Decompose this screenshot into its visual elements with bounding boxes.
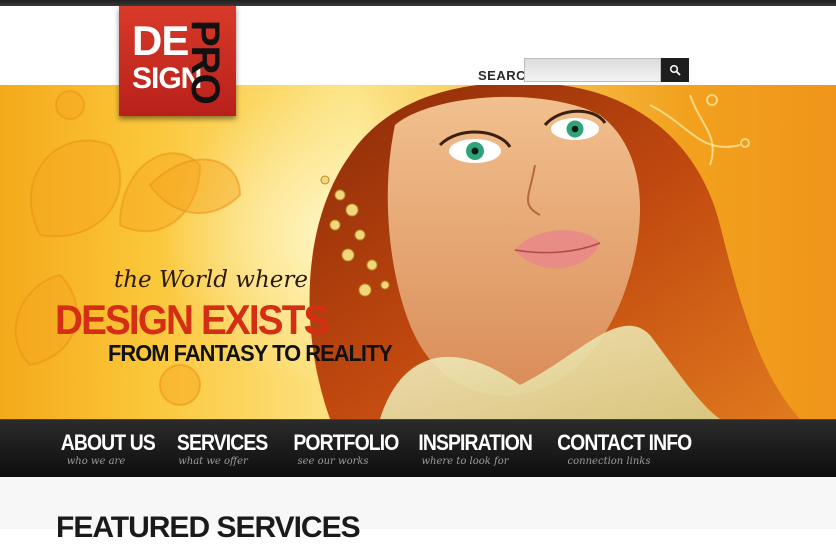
nav-item-portfolio[interactable]: PORTFOLIO see our works: [288, 430, 399, 468]
nav-item-services[interactable]: SERVICES what we offer: [172, 430, 268, 468]
nav-item-subtitle: where to look for: [421, 456, 509, 467]
search-button[interactable]: [661, 58, 689, 82]
hero-subheadline: FROM FANTASY TO REALITY: [108, 340, 393, 366]
section-heading: FEATURED SERVICES: [56, 511, 361, 544]
nav-item-subtitle: see our works: [297, 456, 369, 467]
nav-item-label: SERVICES: [176, 430, 268, 455]
logo-text-de: DE: [132, 17, 189, 64]
search-input[interactable]: [524, 58, 661, 82]
search-icon: [669, 64, 681, 76]
nav-item-label: INSPIRATION: [418, 430, 533, 455]
nav-item-contact-info[interactable]: CONTACT INFO connection links: [550, 430, 692, 468]
nav-item-about-us[interactable]: ABOUT US who we are: [56, 430, 156, 468]
nav-item-label: ABOUT US: [60, 430, 156, 455]
main-navigation: ABOUT US who we are SERVICES what we off…: [0, 419, 836, 478]
hero-banner: the World where DESIGN EXISTS FROM FANTA…: [0, 85, 836, 419]
nav-item-inspiration[interactable]: INSPIRATION where to look for: [412, 430, 533, 468]
hero-artwork: [14, 85, 800, 419]
hero-headline: DESIGN EXISTS: [55, 296, 329, 343]
nav-item-label: CONTACT INFO: [557, 430, 692, 455]
nav-item-subtitle: connection links: [567, 456, 651, 467]
logo-text-pro: PRO: [183, 20, 227, 104]
main-content: FEATURED SERVICES: [0, 477, 836, 544]
logo[interactable]: DE SIGN PRO: [119, 6, 236, 116]
nav-item-subtitle: who we are: [66, 456, 126, 467]
nav-item-subtitle: what we offer: [178, 456, 248, 467]
hero-tagline-intro: the World where: [114, 267, 309, 293]
nav-item-label: PORTFOLIO: [293, 430, 399, 455]
